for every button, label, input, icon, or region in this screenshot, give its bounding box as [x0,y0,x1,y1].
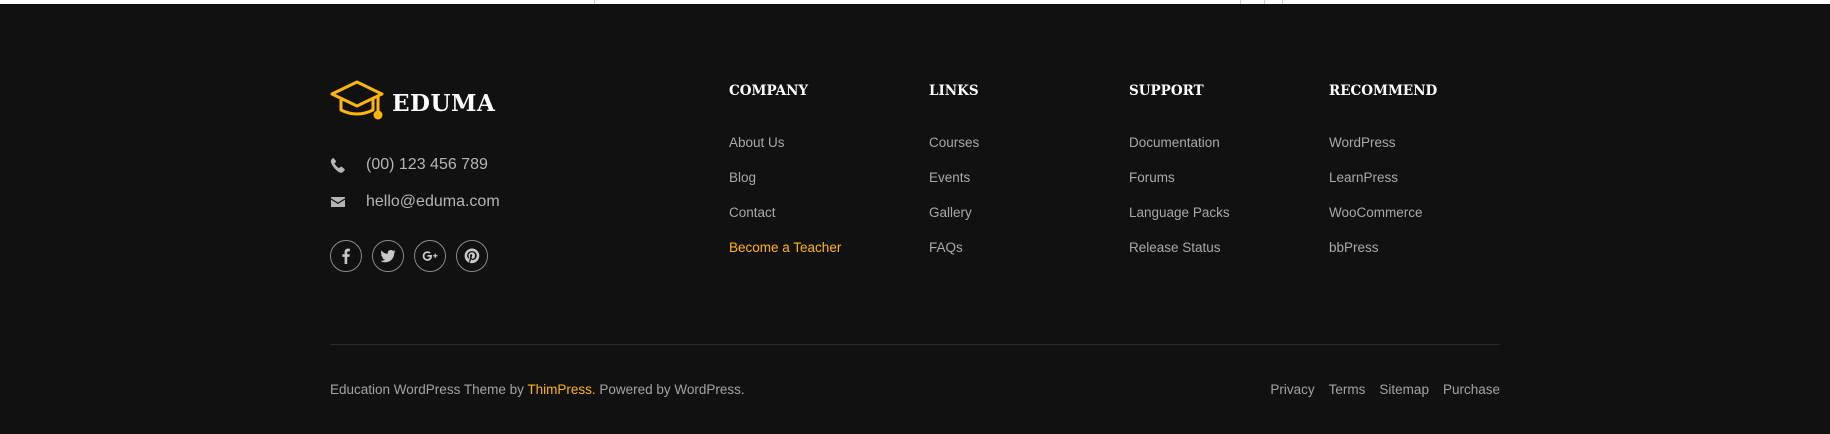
bottom-link-purchase[interactable]: Purchase [1443,381,1500,399]
column-title: SUPPORT [1129,83,1204,99]
column-title: COMPANY [729,83,809,99]
bottom-nav: Privacy Terms Sitemap Purchase [1270,381,1500,399]
footer-divider [330,344,1500,345]
footer-link-woocommerce[interactable]: WooCommerce [1329,204,1437,239]
footer-link-courses[interactable]: Courses [929,134,979,169]
bottom-link-sitemap[interactable]: Sitemap [1379,381,1429,399]
twitter-icon[interactable] [372,240,404,272]
footer-column-links: LINKS Courses Events Gallery FAQs [929,82,979,274]
footer-link-faqs[interactable]: FAQs [929,239,979,274]
footer-link-gallery[interactable]: Gallery [929,204,979,239]
column-title: LINKS [929,83,979,99]
footer-link-forums[interactable]: Forums [1129,169,1230,204]
brand-name: EDUMA [392,89,496,117]
thimpress-link[interactable]: ThimPress. [527,382,595,397]
envelope-icon [330,194,366,210]
footer-column-company: COMPANY About Us Blog Contact Become a T… [729,82,841,274]
footer-link-bbpress[interactable]: bbPress [1329,239,1437,274]
email-address[interactable]: hello@eduma.com [366,193,500,211]
footer-link-about-us[interactable]: About Us [729,134,841,169]
phone-icon [330,157,366,173]
footer-link-language-packs[interactable]: Language Packs [1129,204,1230,239]
footer-link-release-status[interactable]: Release Status [1129,239,1230,274]
footer-link-contact[interactable]: Contact [729,204,841,239]
google-plus-icon[interactable] [414,240,446,272]
footer-link-blog[interactable]: Blog [729,169,841,204]
copyright-suffix: Powered by WordPress. [595,382,745,397]
footer-link-become-teacher[interactable]: Become a Teacher [729,239,841,274]
facebook-icon[interactable] [330,240,362,272]
bottom-link-privacy[interactable]: Privacy [1270,381,1314,399]
footer-logo[interactable]: EDUMA [330,80,496,127]
phone-number[interactable]: (00) 123 456 789 [366,156,488,174]
footer-column-support: SUPPORT Documentation Forums Language Pa… [1129,82,1230,274]
column-title: RECOMMEND [1329,83,1438,99]
copyright-text: Education WordPress Theme by ThimPress. … [330,381,745,399]
contact-email: hello@eduma.com [330,193,500,211]
site-footer: EDUMA (00) 123 456 789 hello@eduma.com C… [330,0,1500,434]
copyright-prefix: Education WordPress Theme by [330,382,528,397]
social-links [330,240,488,272]
footer-link-learnpress[interactable]: LearnPress [1329,169,1437,204]
pinterest-icon[interactable] [456,240,488,272]
footer-link-wordpress[interactable]: WordPress [1329,134,1437,169]
footer-link-events[interactable]: Events [929,169,979,204]
contact-phone: (00) 123 456 789 [330,156,488,174]
footer-column-recommend: RECOMMEND WordPress LearnPress WooCommer… [1329,82,1437,274]
bottom-link-terms[interactable]: Terms [1329,381,1366,399]
footer-link-documentation[interactable]: Documentation [1129,134,1230,169]
graduation-cap-icon [330,80,384,127]
